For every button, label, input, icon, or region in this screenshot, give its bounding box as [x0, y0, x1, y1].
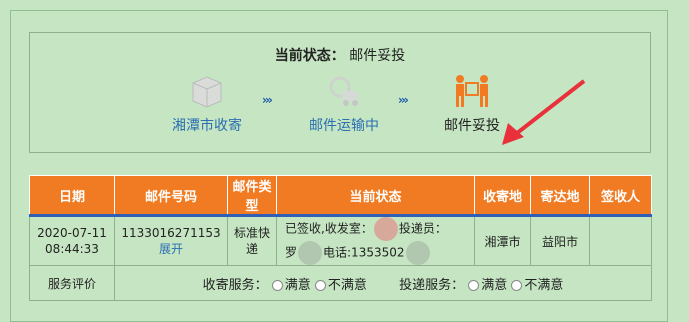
header-type: 邮件类型	[227, 175, 277, 217]
cell-type: 标准快递	[227, 215, 277, 266]
box-icon	[192, 76, 222, 108]
table-header-row: 日期 邮件号码 邮件类型 当前状态 收寄地 寄达地 签收人	[29, 175, 652, 217]
header-destination: 寄达地	[530, 175, 590, 217]
deliver-unsatisfied-label[interactable]: 不满意	[524, 278, 563, 293]
eval-options: 收寄服务： 满意 不满意 投递服务： 满意 不满意	[114, 265, 652, 301]
header-number: 邮件号码	[114, 175, 228, 217]
redacted-mark	[298, 241, 323, 265]
header-origin: 收寄地	[474, 175, 531, 217]
tracking-table: 日期 邮件号码 邮件类型 当前状态 收寄地 寄达地 签收人 2020-07-11…	[29, 175, 652, 301]
progress-arrow-1: ›››	[262, 93, 273, 107]
status-title-label: 当前状态：	[274, 48, 345, 64]
status-text-2a: 罗	[285, 245, 298, 260]
deliver-satisfied-label[interactable]: 满意	[481, 278, 507, 293]
expand-link[interactable]: 展开	[115, 240, 227, 257]
cell-status: 已签收,收发室： 投递员： 罗 电话:1353502	[276, 215, 475, 266]
cell-date: 2020-07-11 08:44:33	[29, 215, 115, 266]
cell-origin: 湘潭市	[474, 215, 531, 266]
collect-eval-group: 收寄服务： 满意 不满意	[203, 274, 367, 293]
eval-label: 服务评价	[29, 265, 115, 301]
status-title-value: 邮件妥投	[349, 48, 406, 64]
step-collect-label[interactable]: 湘潭市收寄	[162, 115, 252, 135]
status-title: 当前状态： 邮件妥投	[30, 45, 650, 65]
status-text-1a: 已签收,收发室：	[285, 221, 373, 236]
status-text-2b: 电话:1353502	[323, 245, 405, 260]
cell-number: 1133016271153 展开	[114, 215, 228, 266]
header-status: 当前状态	[276, 175, 475, 217]
header-date: 日期	[29, 175, 115, 217]
deliver-eval-label: 投递服务：	[399, 277, 465, 293]
deliver-unsatisfied-radio[interactable]	[511, 279, 523, 291]
status-panel: 当前状态： 邮件妥投 湘潭市收寄 ››› 邮件运输中 ››› 邮件妥投	[29, 32, 651, 153]
collect-satisfied-radio[interactable]	[271, 279, 283, 291]
deliver-eval-group: 投递服务： 满意 不满意	[399, 274, 563, 293]
header-signer: 签收人	[589, 175, 652, 217]
mail-number: 1133016271153	[121, 225, 221, 240]
cell-signer	[589, 215, 652, 266]
step-collect[interactable]: 湘潭市收寄	[162, 73, 252, 135]
collect-satisfied-label[interactable]: 满意	[285, 278, 311, 293]
progress-arrow-2: ›››	[398, 93, 409, 107]
step-transit-label[interactable]: 邮件运输中	[294, 115, 394, 135]
cell-destination: 益阳市	[530, 215, 590, 266]
step-transit[interactable]: 邮件运输中	[294, 73, 394, 135]
status-text-1b: 投递员：	[398, 221, 447, 236]
eval-row: 服务评价 收寄服务： 满意 不满意 投递服务： 满意 不满意	[29, 265, 652, 301]
pointer-arrow-icon	[502, 79, 586, 145]
collect-eval-label: 收寄服务：	[202, 277, 268, 293]
deliver-satisfied-radio[interactable]	[468, 279, 480, 291]
redacted-mark	[373, 217, 398, 241]
table-row: 2020-07-11 08:44:33 1133016271153 展开 标准快…	[29, 215, 652, 266]
collect-unsatisfied-radio[interactable]	[314, 279, 326, 291]
delivery-icon	[456, 75, 488, 107]
truck-icon	[329, 76, 358, 106]
redacted-mark	[405, 241, 430, 265]
collect-unsatisfied-label[interactable]: 不满意	[328, 278, 367, 293]
